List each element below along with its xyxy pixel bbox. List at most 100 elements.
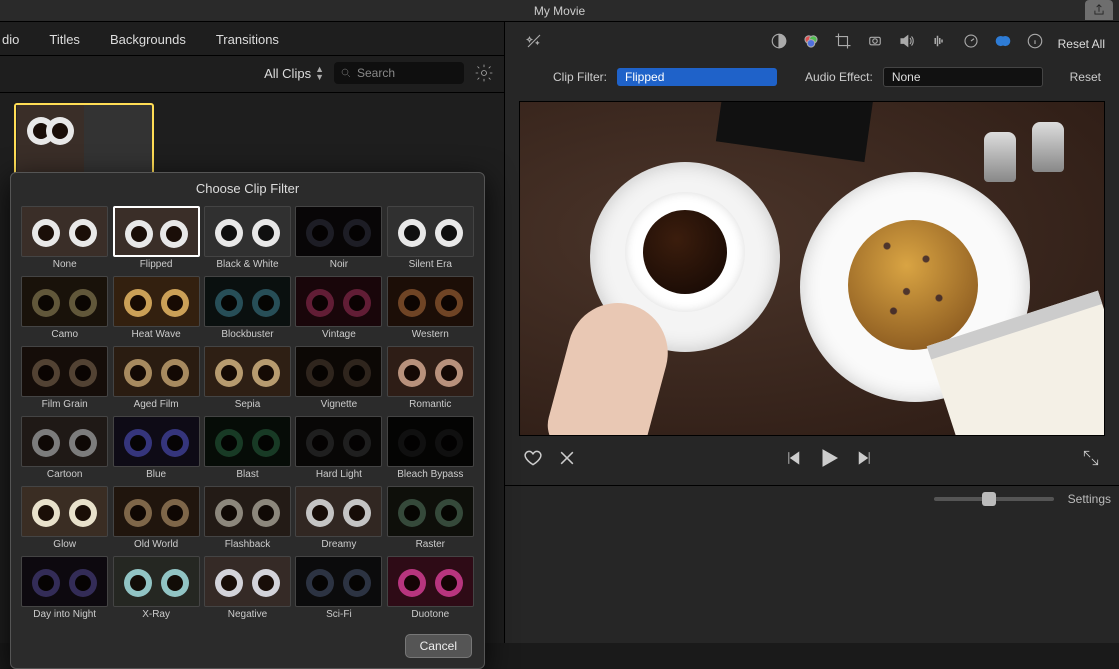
filter-option-dreamy[interactable]: Dreamy — [295, 486, 382, 552]
clips-filter-dropdown[interactable]: All Clips ▲▼ — [264, 65, 324, 81]
filter-option-label: Romantic — [387, 397, 474, 412]
filter-option-label: Blockbuster — [204, 327, 291, 342]
filter-option-flashback[interactable]: Flashback — [204, 486, 291, 552]
filter-option-label: Cartoon — [21, 467, 108, 482]
filter-option-label: X-Ray — [112, 607, 199, 622]
filter-option-label: Silent Era — [387, 257, 474, 272]
color-correction-button[interactable] — [802, 32, 820, 55]
filter-option-label: Sci-Fi — [295, 607, 382, 622]
filter-option-label: Hard Light — [295, 467, 382, 482]
filter-option-noir[interactable]: Noir — [295, 206, 382, 272]
filter-option-label: Blast — [204, 467, 291, 482]
filter-option-cartoon[interactable]: Cartoon — [21, 416, 108, 482]
filter-option-film-grain[interactable]: Film Grain — [21, 346, 108, 412]
filter-option-bleach-bypass[interactable]: Bleach Bypass — [387, 416, 474, 482]
tab-audio[interactable]: dio — [2, 32, 19, 47]
filter-option-romantic[interactable]: Romantic — [387, 346, 474, 412]
search-input[interactable]: Search — [334, 62, 464, 84]
search-icon — [340, 67, 352, 79]
color-balance-button[interactable] — [770, 32, 788, 55]
next-button[interactable] — [855, 448, 875, 473]
favorite-button[interactable] — [523, 448, 543, 473]
filter-option-label: Heat Wave — [112, 327, 199, 342]
reset-all-button[interactable]: Reset All — [1058, 37, 1105, 51]
share-button[interactable] — [1085, 0, 1113, 20]
noise-reduction-button[interactable] — [930, 32, 948, 55]
audio-effect-value[interactable]: None — [883, 67, 1043, 87]
search-placeholder: Search — [357, 66, 395, 80]
clips-filter-label: All Clips — [264, 66, 311, 81]
filter-option-label: Blue — [112, 467, 199, 482]
tab-backgrounds[interactable]: Backgrounds — [110, 32, 186, 47]
choose-clip-filter-dialog: Choose Clip Filter NoneFlippedBlack & Wh… — [10, 172, 485, 669]
prev-button[interactable] — [783, 448, 803, 473]
filter-option-vintage[interactable]: Vintage — [295, 276, 382, 342]
clip-filter-value[interactable]: Flipped — [617, 68, 777, 86]
play-button[interactable] — [817, 446, 841, 475]
filter-option-negative[interactable]: Negative — [204, 556, 291, 622]
filter-option-silent-era[interactable]: Silent Era — [387, 206, 474, 272]
filter-option-label: Dreamy — [295, 537, 382, 552]
filter-option-label: Bleach Bypass — [387, 467, 474, 482]
filter-option-label: Western — [387, 327, 474, 342]
filter-option-label: Day into Night — [21, 607, 108, 622]
filter-option-label: Film Grain — [21, 397, 108, 412]
filter-option-heat-wave[interactable]: Heat Wave — [112, 276, 199, 342]
browser-settings-button[interactable] — [474, 63, 494, 83]
filter-option-vignette[interactable]: Vignette — [295, 346, 382, 412]
timeline-zoom-slider[interactable] — [934, 497, 1054, 501]
filter-option-raster[interactable]: Raster — [387, 486, 474, 552]
filter-option-duotone[interactable]: Duotone — [387, 556, 474, 622]
filter-option-label: Sepia — [204, 397, 291, 412]
volume-button[interactable] — [898, 32, 916, 55]
filter-option-glow[interactable]: Glow — [21, 486, 108, 552]
speed-button[interactable] — [962, 32, 980, 55]
tab-transitions[interactable]: Transitions — [216, 32, 279, 47]
filter-option-label: Duotone — [387, 607, 474, 622]
filter-option-blue[interactable]: Blue — [112, 416, 199, 482]
filter-option-label: Black & White — [204, 257, 291, 272]
tab-titles[interactable]: Titles — [49, 32, 80, 47]
gear-icon — [474, 63, 494, 83]
filter-option-x-ray[interactable]: X-Ray — [112, 556, 199, 622]
filter-option-blockbuster[interactable]: Blockbuster — [204, 276, 291, 342]
filter-option-label: Noir — [295, 257, 382, 272]
filter-option-western[interactable]: Western — [387, 276, 474, 342]
filter-option-black-white[interactable]: Black & White — [204, 206, 291, 272]
cancel-button[interactable]: Cancel — [405, 634, 472, 658]
filter-option-day-into-night[interactable]: Day into Night — [21, 556, 108, 622]
filter-option-hard-light[interactable]: Hard Light — [295, 416, 382, 482]
filter-option-sepia[interactable]: Sepia — [204, 346, 291, 412]
settings-button[interactable]: Settings — [1068, 492, 1111, 506]
filter-option-label: None — [21, 257, 108, 272]
filter-option-aged-film[interactable]: Aged Film — [112, 346, 199, 412]
title-bar: My Movie — [0, 0, 1119, 22]
filter-option-old-world[interactable]: Old World — [112, 486, 199, 552]
filter-option-label: Aged Film — [112, 397, 199, 412]
filter-option-label: Vignette — [295, 397, 382, 412]
filter-option-label: Vintage — [295, 327, 382, 342]
clip-thumbnail[interactable]: 13.0s — [14, 103, 154, 183]
filter-option-none[interactable]: None — [21, 206, 108, 272]
filter-option-label: Flashback — [204, 537, 291, 552]
crop-button[interactable] — [834, 32, 852, 55]
filter-option-camo[interactable]: Camo — [21, 276, 108, 342]
magic-wand-button[interactable] — [525, 32, 543, 55]
clip-filter-label: Clip Filter: — [553, 70, 607, 84]
filter-option-sci-fi[interactable]: Sci-Fi — [295, 556, 382, 622]
stabilization-button[interactable] — [866, 32, 884, 55]
share-icon — [1092, 3, 1106, 17]
filter-option-label: Negative — [204, 607, 291, 622]
filter-option-label: Glow — [21, 537, 108, 552]
media-tabs: dio Titles Backgrounds Transitions — [0, 22, 504, 56]
filter-option-label: Old World — [112, 537, 199, 552]
adjust-toolbar: Reset All — [505, 22, 1119, 61]
clip-filter-button[interactable] — [994, 32, 1012, 55]
reset-button[interactable]: Reset — [1070, 70, 1101, 84]
info-button[interactable] — [1026, 32, 1044, 55]
reject-button[interactable] — [557, 448, 577, 473]
filter-option-blast[interactable]: Blast — [204, 416, 291, 482]
fullscreen-button[interactable] — [1081, 448, 1101, 473]
filter-option-flipped[interactable]: Flipped — [112, 206, 199, 272]
preview-viewer[interactable] — [519, 101, 1105, 436]
